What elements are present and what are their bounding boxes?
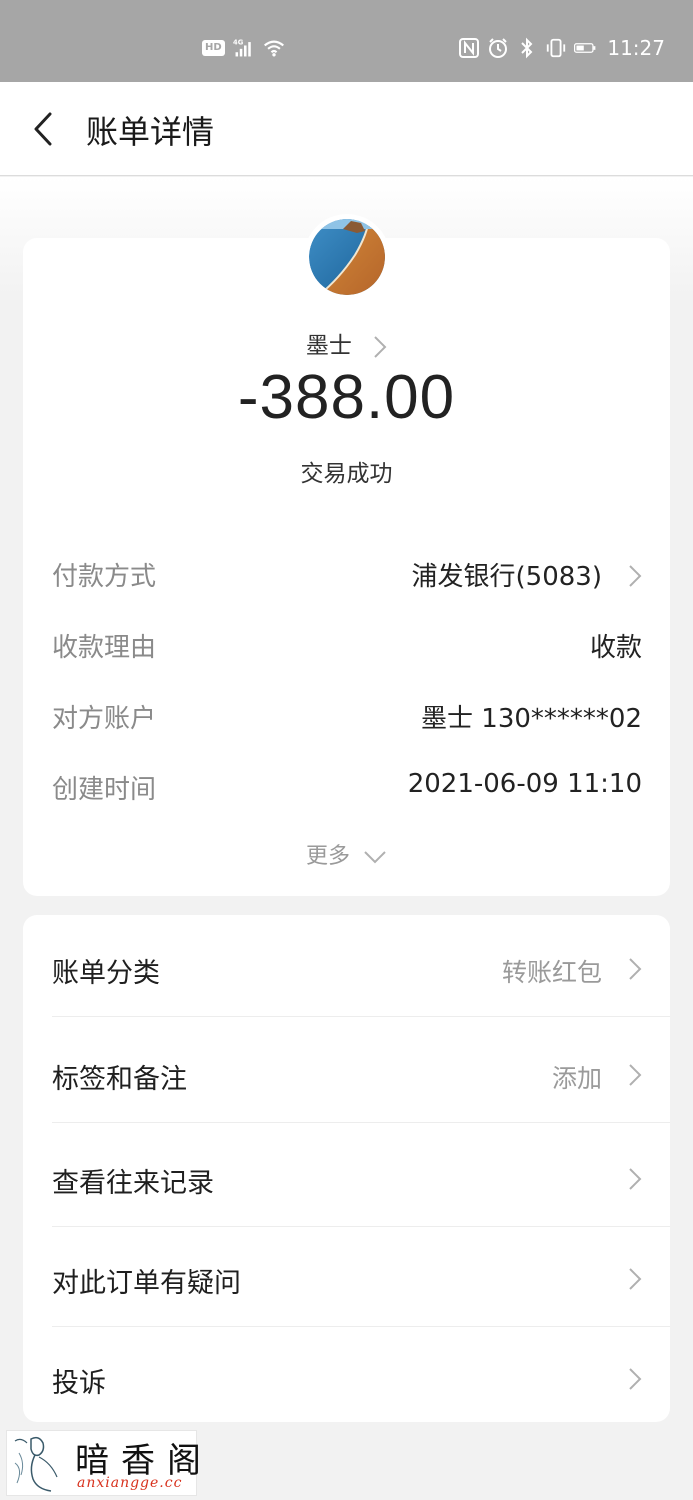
bluetooth-icon [521,37,533,59]
detail-value: 浦发银行(5083) [411,562,602,592]
menu-value: 添加 [551,1064,602,1093]
payee-name: 墨士 [305,333,352,359]
watermark-logo: 暗香阁 anxiangge.cc [6,1430,201,1496]
svg-text:4G: 4G [233,39,244,47]
more-toggle[interactable]: 更多 [23,838,670,870]
wifi-icon [263,40,284,57]
app-header: 账单详情 [0,82,693,176]
menu-item-history[interactable]: 查看往来记录 [52,1127,670,1227]
chevron-right-icon [629,565,642,587]
hd-badge: HD [202,40,225,56]
detail-label: 创建时间 [52,775,157,805]
menu-item-order-question[interactable]: 对此订单有疑问 [52,1227,670,1327]
status-bar: HD 4G 11:27 [0,0,693,82]
detail-value: 收款 [589,633,642,663]
detail-row-reason: 收款理由 收款 [52,627,642,667]
avatar[interactable] [309,219,385,295]
payee-row[interactable]: 墨士 [23,326,670,360]
page-title: 账单详情 [86,113,215,151]
watermark-url: anxiangge.cc [77,1475,183,1491]
transaction-card: 墨士 -388.00 交易成功 付款方式 浦发银行(5083) 收款理由 收款 … [23,214,670,896]
battery-icon [574,43,596,53]
signal-icon: 4G [233,39,251,57]
chevron-right-icon [629,1064,642,1086]
back-arrow-icon[interactable] [24,106,64,152]
status-bar-system: 11:27 [458,36,665,60]
detail-label: 收款理由 [52,633,157,663]
chevron-right-icon [629,958,642,980]
chevron-right-icon [629,1368,642,1390]
nfc-icon [459,38,480,58]
menu-item-complaint[interactable]: 投诉 [52,1327,670,1427]
status-time: 11:27 [607,36,665,60]
divider [52,1122,670,1123]
menu-item-bill-category[interactable]: 账单分类 转账红包 [52,917,670,1017]
chevron-down-icon [364,851,386,864]
avatar-frame [304,214,390,300]
chevron-right-icon [629,1268,642,1290]
more-label: 更多 [305,844,350,869]
detail-row-account: 对方账户 墨士 130******02 [52,698,642,738]
chevron-right-icon [374,335,387,358]
detail-row-payment-method[interactable]: 付款方式 浦发银行(5083) [52,556,642,596]
menu-item-tags-notes[interactable]: 标签和备注 添加 [52,1023,670,1123]
detail-row-created-time: 创建时间 2021-06-09 11:10 [52,769,642,809]
figure-sketch-icon [14,1436,58,1492]
vibrate-icon [547,38,566,58]
divider [52,1016,670,1017]
menu-label: 投诉 [52,1368,106,1399]
alarm-icon [489,38,508,58]
menu-label: 标签和备注 [52,1064,187,1095]
chevron-right-icon [629,1168,642,1190]
detail-value: 墨士 130******02 [421,704,642,734]
detail-label: 对方账户 [52,704,157,734]
transaction-amount: -388.00 [237,363,456,432]
menu-label: 查看往来记录 [52,1168,214,1199]
detail-label: 付款方式 [52,562,157,592]
menu-value: 转账红包 [501,958,602,987]
status-bar-network: HD 4G [202,36,285,60]
transaction-status: 交易成功 [300,461,393,487]
menu-label: 账单分类 [52,958,160,989]
detail-value: 2021-06-09 11:10 [407,769,642,799]
menu-label: 对此订单有疑问 [52,1268,241,1299]
actions-card: 账单分类 转账红包 标签和备注 添加 查看往来记录 对此订单有疑问 投诉 [23,915,670,1422]
